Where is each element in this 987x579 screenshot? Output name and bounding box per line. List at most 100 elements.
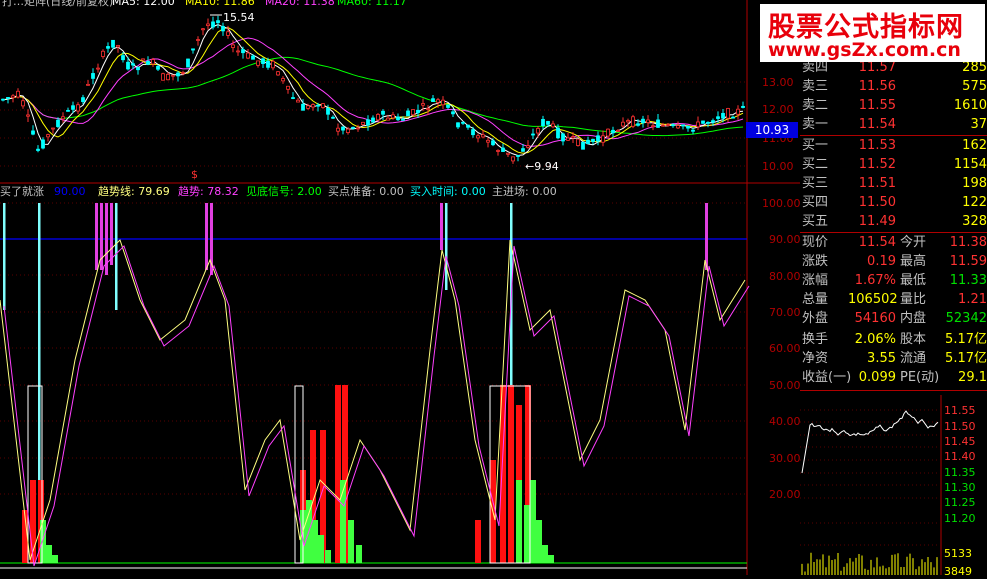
stat-value: 1.67% xyxy=(854,273,896,288)
mini-vol-tick: 5133 xyxy=(944,547,972,560)
candle-body xyxy=(586,139,590,145)
candle-body xyxy=(6,97,10,99)
order-price: 11.52 xyxy=(858,157,896,172)
candle-body xyxy=(151,59,155,65)
candle-body xyxy=(731,116,735,119)
candle-body xyxy=(351,126,355,129)
candle-body xyxy=(511,156,515,162)
candle-body xyxy=(541,118,545,127)
order-label: 买三 xyxy=(802,176,829,191)
buy-signal-bar xyxy=(115,203,118,310)
candle-body xyxy=(101,50,105,57)
order-row-buy4[interactable]: 买四 11.50 122 xyxy=(800,193,987,212)
order-volume: 198 xyxy=(962,176,987,191)
candle-body xyxy=(446,104,450,108)
order-label: 卖三 xyxy=(802,79,829,94)
candlesticks xyxy=(1,15,745,164)
candle-body xyxy=(501,147,505,152)
candle-body xyxy=(656,119,660,128)
order-volume: 1154 xyxy=(953,157,987,172)
candle-body xyxy=(326,107,330,115)
mini-divider xyxy=(800,390,987,391)
mini-tick: 11.40 xyxy=(944,450,976,463)
order-volume: 328 xyxy=(962,214,987,229)
candle-body xyxy=(236,50,240,53)
candle-body xyxy=(311,104,315,108)
chart-canvas[interactable]: 打…矩阵(日线/前复权) MA5: 12.00 MA10: 11.86 MA20… xyxy=(0,0,801,575)
main-entry-bar xyxy=(348,520,354,563)
stat-row: 现价 11.54 今开 11.38 xyxy=(800,233,987,252)
candle-body xyxy=(736,108,740,115)
candle-body xyxy=(631,116,635,127)
candle-body xyxy=(206,23,210,27)
candle-body xyxy=(391,114,395,119)
order-row-sell2[interactable]: 卖二 11.55 1610 xyxy=(800,96,987,115)
order-price: 11.53 xyxy=(858,138,896,153)
candle-body xyxy=(16,90,20,98)
order-volume: 162 xyxy=(962,138,987,153)
candle-body xyxy=(676,125,680,129)
candle-body xyxy=(441,99,445,106)
current-price-tag: 10.93 xyxy=(746,122,798,138)
mini-price-line xyxy=(801,410,939,474)
candle-body xyxy=(606,128,610,137)
stat-row: 涨幅 1.67% 最低 11.33 xyxy=(800,271,987,290)
candle-body xyxy=(421,103,425,106)
candle-body xyxy=(456,122,460,128)
buy-prep-bar xyxy=(475,520,481,563)
trend-line-label: 趋势线: 79.69 xyxy=(98,184,170,198)
main-entry-bar xyxy=(530,480,536,563)
candle-body xyxy=(486,139,490,143)
candle-body xyxy=(211,21,215,28)
candle-body xyxy=(161,73,165,81)
order-row-buy2[interactable]: 买二 11.52 1154 xyxy=(800,155,987,174)
high-marker: 15.54 xyxy=(223,11,255,24)
candle-body xyxy=(46,134,50,138)
order-row-buy1[interactable]: 买一 11.53 162 xyxy=(800,136,987,155)
candle-body xyxy=(401,118,405,121)
order-price: 11.56 xyxy=(858,79,896,94)
order-label: 买五 xyxy=(802,214,829,229)
chart-area[interactable]: 打…矩阵(日线/前复权) MA5: 12.00 MA10: 11.86 MA20… xyxy=(0,0,801,575)
intraday-mini-chart[interactable]: 11.55 11.50 11.45 11.40 11.35 11.30 11.25 11.20… xyxy=(800,395,987,575)
stat-row: 涨跌 0.19 最高 11.59 xyxy=(800,252,987,271)
candle-body xyxy=(581,141,585,150)
stat-value: 5.17亿 xyxy=(945,351,987,366)
stat-label: 涨跌 xyxy=(802,254,829,269)
order-row-buy5[interactable]: 买五 11.49 328 xyxy=(800,212,987,231)
stat-label: 内盘 xyxy=(900,311,927,326)
candle-body xyxy=(671,124,675,127)
main-entry-bar xyxy=(325,550,331,563)
candle-body xyxy=(266,60,270,68)
order-row-buy3[interactable]: 买三 11.51 198 xyxy=(800,174,987,193)
stat-row: 收益(一) 0.099 PE(动) 29.1 xyxy=(800,368,987,387)
upper-tick: 12.00 xyxy=(762,103,794,116)
buy-signal-marker: $ xyxy=(191,168,198,181)
candle-body xyxy=(231,44,235,48)
candle-body xyxy=(596,135,600,142)
stat-label: 总量 xyxy=(802,292,829,307)
ma20-label: MA20: 11.38 xyxy=(265,0,335,8)
candle-body xyxy=(711,120,715,123)
candle-body xyxy=(476,135,480,139)
main-entry-bar xyxy=(52,555,58,563)
stat-label: 现价 xyxy=(802,235,829,250)
candle-body xyxy=(86,83,90,86)
mini-tick: 11.45 xyxy=(944,435,976,448)
candle-body xyxy=(536,128,540,134)
bottom-signal-label: 见底信号: 2.00 xyxy=(246,184,322,198)
candle-body xyxy=(296,99,300,103)
lower-tick: 90.00 xyxy=(769,233,800,246)
order-row-sell3[interactable]: 卖三 11.56 575 xyxy=(800,77,987,96)
candle-body xyxy=(466,124,470,128)
candle-body xyxy=(221,26,225,32)
candle-body xyxy=(706,121,710,124)
main-entry-bar xyxy=(312,520,318,563)
candle-body xyxy=(496,150,500,152)
order-row-sell1[interactable]: 卖一 11.54 37 xyxy=(800,115,987,134)
stat-value: 5.17亿 xyxy=(945,332,987,347)
candle-body xyxy=(406,110,410,117)
candle-body xyxy=(191,48,195,51)
candle-body xyxy=(556,127,560,139)
candle-body xyxy=(611,129,615,134)
